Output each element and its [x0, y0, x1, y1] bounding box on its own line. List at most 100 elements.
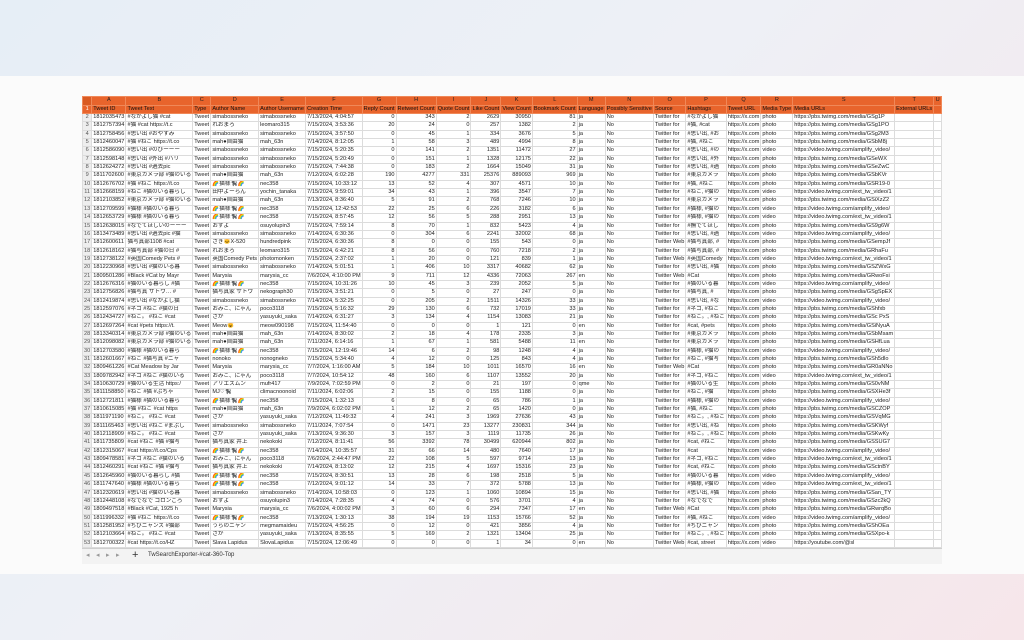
table-cell[interactable]: 27636	[500, 413, 533, 423]
table-cell[interactable]: mah_63n	[258, 196, 307, 206]
table-cell[interactable]: #なでてほしいのーーー	[125, 221, 194, 231]
table-cell[interactable]: 13	[531, 455, 578, 465]
table-cell[interactable]: 8	[361, 238, 397, 248]
table-cell[interactable]: photo	[760, 113, 794, 123]
field-header[interactable]: Type	[192, 104, 212, 115]
table-cell[interactable]: https://pbs.twimg.com/media/GSbKVr	[792, 171, 896, 181]
table-cell[interactable]: 15766	[500, 513, 533, 523]
table-cell[interactable]: photo	[760, 171, 794, 181]
table-cell[interactable]: simabossneko	[210, 146, 260, 156]
table-cell[interactable]	[894, 363, 935, 373]
table-cell[interactable]: 1812700322	[91, 538, 127, 548]
table-cell[interactable]: ja	[576, 188, 606, 198]
table-cell[interactable]: 130	[395, 304, 437, 315]
table-cell[interactable]	[894, 238, 935, 248]
table-cell[interactable]	[933, 530, 942, 540]
table-cell[interactable]: Tweet	[192, 496, 212, 507]
table-cell[interactable]: 7/13/2024, 1:30:13	[305, 513, 363, 523]
prev-sheet-icon[interactable]: ◂	[96, 551, 100, 559]
table-cell[interactable]: #ねこ。 #ねこ #cat	[125, 413, 194, 423]
table-cell[interactable]: 1471	[395, 421, 437, 432]
table-cell[interactable]: https://x.com	[725, 380, 762, 390]
table-cell[interactable]: 13083	[500, 313, 533, 323]
table-cell[interactable]: #cat, #ねこ	[685, 438, 727, 448]
table-cell[interactable]: ja	[576, 496, 606, 507]
table-cell[interactable]	[894, 129, 935, 140]
table-cell[interactable]: #猫様, #猫の	[685, 396, 727, 407]
table-cell[interactable]: Marysia	[210, 271, 260, 281]
table-cell[interactable]	[933, 430, 942, 440]
table-cell[interactable]: Twitter for	[652, 313, 687, 323]
table-cell[interactable]: 5	[531, 129, 578, 140]
table-cell[interactable]: 2	[435, 113, 472, 123]
table-cell[interactable]	[894, 271, 935, 281]
table-cell[interactable]: 7/15/2024, 3:51:21	[305, 288, 363, 298]
table-cell[interactable]: 20	[395, 254, 437, 265]
table-cell[interactable]: 0	[395, 238, 437, 248]
table-cell[interactable]: https://pbs.twimg.com/media/GSiXzZ2	[792, 196, 896, 206]
table-cell[interactable]: 3856	[500, 521, 533, 532]
table-cell[interactable]: 13	[361, 179, 397, 190]
table-cell[interactable]: https://x.com	[725, 121, 762, 131]
table-cell[interactable]: 7/15/2024, 2:37:02	[305, 254, 363, 265]
table-cell[interactable]: 52	[531, 513, 578, 523]
table-cell[interactable]: #猫様, #猫の	[685, 480, 727, 490]
table-cell[interactable]: 0	[435, 121, 472, 131]
table-cell[interactable]: simabossneko	[210, 296, 260, 306]
table-cell[interactable]: #思い出 #なかよし猫	[125, 296, 194, 306]
table-cell[interactable]: 1248	[500, 346, 533, 357]
table-cell[interactable]: Tweet	[192, 346, 212, 357]
row-number[interactable]: 45	[82, 471, 93, 482]
table-cell[interactable]: nec358	[258, 346, 307, 357]
table-cell[interactable]	[933, 213, 942, 223]
table-cell[interactable]: 5	[531, 279, 578, 290]
table-cell[interactable]	[933, 271, 942, 281]
table-cell[interactable]: ja	[576, 246, 606, 256]
table-cell[interactable]: #猫のいる暮らし #猫	[125, 471, 194, 482]
table-cell[interactable]: 732	[470, 304, 502, 315]
table-cell[interactable]: Tweet	[192, 113, 212, 123]
table-cell[interactable]: No	[604, 413, 654, 423]
table-cell[interactable]: Twitter Web	[652, 238, 687, 248]
table-cell[interactable]: 6	[435, 304, 472, 315]
table-cell[interactable]: photo	[760, 413, 794, 423]
table-cell[interactable]: No	[604, 313, 654, 323]
table-cell[interactable]: さか	[210, 430, 260, 440]
table-cell[interactable]: 58	[395, 138, 437, 148]
field-header[interactable]: Author Username	[258, 104, 307, 115]
table-cell[interactable]: 1809497518	[91, 505, 127, 515]
table-cell[interactable]: 0	[361, 288, 397, 298]
table-cell[interactable]: Tweet	[192, 421, 212, 432]
table-cell[interactable]: photo	[760, 313, 794, 323]
table-cell[interactable]	[894, 338, 935, 348]
table-cell[interactable]: 7218	[500, 246, 533, 256]
table-cell[interactable]: 3182	[500, 204, 533, 215]
table-cell[interactable]: video	[760, 480, 794, 490]
table-cell[interactable]: 0	[435, 321, 472, 332]
column-header[interactable]: A	[91, 96, 127, 106]
table-cell[interactable]: 2	[435, 346, 472, 357]
table-cell[interactable]: 6	[435, 229, 472, 240]
table-cell[interactable]: 1812697264	[91, 321, 127, 332]
table-cell[interactable]: https://x.com	[725, 138, 762, 148]
table-cell[interactable]: Tweet	[192, 138, 212, 148]
table-cell[interactable]: Tweet	[192, 463, 212, 473]
table-cell[interactable]: https://video.twimg.com/amplify_video/	[792, 396, 896, 407]
table-cell[interactable]: #ネコ, #ねこ	[685, 371, 727, 382]
table-cell[interactable]: #猫写真 サトウ… #	[125, 288, 194, 298]
table-cell[interactable]: https://video.twimg.com/ext_tw_video/1	[792, 480, 896, 490]
row-number[interactable]: 16	[82, 229, 93, 240]
table-cell[interactable]: 7/14/2024, 8:12:05	[305, 138, 363, 148]
table-cell[interactable]: nec358	[258, 179, 307, 190]
table-cell[interactable]: https://x.com	[725, 238, 762, 248]
table-cell[interactable]: https://pbs.twimg.com/media/GSan_TY	[792, 488, 896, 498]
table-cell[interactable]: yasuyuki_saka	[258, 530, 307, 540]
table-cell[interactable]: Twitter for	[652, 446, 687, 457]
table-cell[interactable]	[894, 313, 935, 323]
table-cell[interactable]: https://video.twimg.com/ext_tw_video/1	[792, 188, 896, 198]
table-cell[interactable]: No	[604, 455, 654, 465]
column-header[interactable]: B	[125, 96, 194, 106]
table-cell[interactable]: https://x.com	[725, 179, 762, 190]
table-cell[interactable]: simabossneko	[210, 263, 260, 273]
table-cell[interactable]	[894, 530, 935, 540]
